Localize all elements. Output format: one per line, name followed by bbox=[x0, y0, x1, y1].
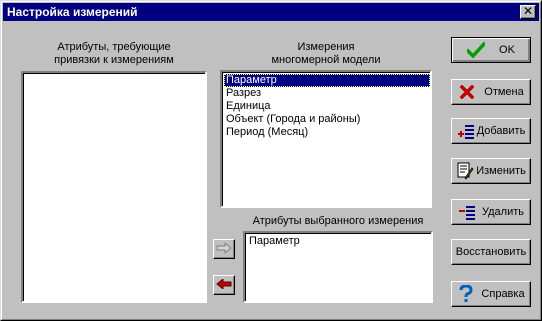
dimensions-label-line1: Измерения bbox=[297, 41, 355, 53]
selected-dimension-attributes-list[interactable]: Параметр bbox=[243, 231, 433, 303]
restore-button[interactable]: Восстановить bbox=[451, 239, 531, 265]
dimension-list-item[interactable]: Объект (Города и районы) bbox=[224, 113, 430, 126]
attribute-list-item[interactable]: Параметр bbox=[247, 235, 431, 248]
dimension-list-item[interactable]: Период (Месяц) bbox=[224, 126, 430, 139]
dimensions-list[interactable]: Параметр Разрез Единица Объект (Города и ра… bbox=[220, 70, 432, 208]
delete-button[interactable]: Удалить bbox=[451, 199, 531, 225]
close-icon: ✕ bbox=[522, 4, 534, 18]
attributes-to-bind-label-line2: привязки к измерениям bbox=[54, 54, 174, 66]
add-button-label: Добавить bbox=[476, 125, 526, 137]
edit-button[interactable]: Изменить bbox=[451, 158, 531, 184]
restore-button-label: Восстановить bbox=[455, 246, 527, 258]
help-button[interactable]: Справка bbox=[451, 281, 531, 307]
dimension-list-item[interactable]: Единица bbox=[224, 100, 430, 113]
arrow-right-icon bbox=[216, 241, 232, 256]
attributes-to-bind-label: Атрибуты, требующие привязки к измерения… bbox=[21, 41, 207, 67]
dimension-list-item[interactable]: Параметр bbox=[224, 74, 430, 87]
settings-dialog: Настройка измерений ✕ Атрибуты, требующи… bbox=[0, 0, 542, 321]
add-button[interactable]: Добавить bbox=[451, 118, 531, 144]
title-bar[interactable]: Настройка измерений ✕ bbox=[3, 3, 539, 21]
dialog-title: Настройка измерений bbox=[7, 5, 138, 19]
cancel-button-label: Отмена bbox=[484, 86, 524, 98]
delete-button-label: Удалить bbox=[482, 206, 524, 218]
cancel-x-icon bbox=[458, 83, 476, 101]
attributes-to-bind-list[interactable] bbox=[21, 71, 207, 303]
edit-button-label: Изменить bbox=[476, 165, 526, 177]
dimension-list-item[interactable]: Разрез bbox=[224, 87, 430, 100]
ok-button[interactable]: OK bbox=[451, 37, 531, 63]
help-question-icon bbox=[457, 285, 475, 303]
dimensions-label: Измерения многомерной модели bbox=[220, 41, 432, 67]
cancel-button[interactable]: Отмена bbox=[451, 79, 531, 105]
dimensions-label-line2: многомерной модели bbox=[271, 54, 381, 66]
close-button[interactable]: ✕ bbox=[520, 5, 536, 19]
move-left-button[interactable] bbox=[213, 275, 235, 295]
delete-list-icon bbox=[458, 203, 476, 221]
edit-document-icon bbox=[456, 162, 474, 180]
selected-dimension-attributes-label: Атрибуты выбранного измерения bbox=[252, 215, 424, 227]
arrow-left-icon bbox=[216, 277, 232, 292]
add-list-icon bbox=[457, 122, 475, 140]
attributes-to-bind-label-line1: Атрибуты, требующие bbox=[57, 41, 171, 53]
move-right-button[interactable] bbox=[213, 239, 235, 259]
ok-button-label: OK bbox=[499, 44, 515, 56]
help-button-label: Справка bbox=[481, 288, 525, 300]
check-icon bbox=[467, 41, 486, 59]
